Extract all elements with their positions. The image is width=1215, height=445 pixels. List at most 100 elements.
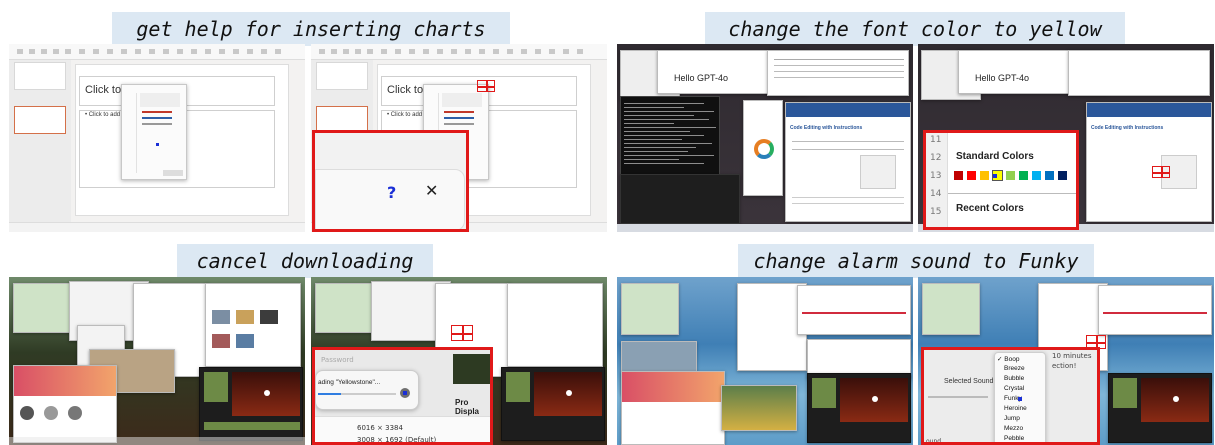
slide-thumbnail[interactable] xyxy=(316,62,368,90)
code-editor-window[interactable] xyxy=(620,174,740,224)
document-heading: Hello GPT-4o xyxy=(975,73,1030,83)
dock[interactable] xyxy=(9,437,305,445)
status-bar xyxy=(9,222,305,232)
cancel-download-button[interactable] xyxy=(400,388,410,398)
document-heading: Code Editing with Instructions xyxy=(1091,125,1164,131)
screenshot-before-clock xyxy=(617,277,913,445)
target-highlight xyxy=(1152,166,1170,178)
maps-window[interactable] xyxy=(315,283,373,333)
recent-color-swatches xyxy=(954,221,1076,227)
clock-window[interactable] xyxy=(1098,285,1212,335)
ribbon[interactable] xyxy=(311,44,607,60)
screenshot-after-clock: Selected Sound 10 minutes ection! ound ✓… xyxy=(918,277,1214,445)
poster-window[interactable] xyxy=(721,385,797,431)
recent-colors-label: Recent Colors xyxy=(956,203,1024,214)
mouse-cursor xyxy=(993,174,997,178)
sound-option-heroine[interactable]: Heroine xyxy=(1004,405,1027,412)
music-window[interactable] xyxy=(205,283,301,367)
resolution-option[interactable]: 6016 × 3384 xyxy=(357,424,403,432)
download-popover[interactable]: ading "Yellowstone"... xyxy=(315,370,419,410)
color-swatch-orange[interactable] xyxy=(980,171,989,180)
video-editor-window[interactable] xyxy=(1108,373,1212,443)
zoom-inset: Password ading "Yellowstone"... Pro Disp… xyxy=(312,347,493,445)
target-highlight xyxy=(451,325,473,341)
video-editor-window[interactable] xyxy=(501,367,605,441)
spreadsheet-window[interactable] xyxy=(1068,50,1210,96)
zoom-inset: Selected Sound 10 minutes ection! ound ✓… xyxy=(921,347,1100,445)
clock-window[interactable] xyxy=(797,285,911,335)
music-window[interactable] xyxy=(507,283,603,367)
video-editor-window[interactable] xyxy=(807,373,911,443)
volume-slider[interactable] xyxy=(928,396,988,398)
word-window[interactable]: Code Editing with Instructions xyxy=(1086,102,1212,222)
standard-color-swatches xyxy=(954,171,1076,190)
selected-sound-label: Selected Sound xyxy=(944,378,994,385)
caption-insert-charts: get help for inserting charts xyxy=(112,12,510,46)
zoom-inset: ? ✕ xyxy=(312,130,469,232)
caption-alarm-sound: change alarm sound to Funky xyxy=(738,244,1094,278)
screenshot-after-word: Hello GPT-4o Code Editing with Instructi… xyxy=(918,44,1214,232)
sidebar-text: Password xyxy=(321,356,354,364)
download-progress-bar xyxy=(318,393,396,395)
mouse-cursor xyxy=(156,143,159,146)
terminal-window[interactable] xyxy=(620,96,720,180)
display-label: Pro Displa xyxy=(455,398,480,416)
insert-chart-dialog[interactable] xyxy=(121,84,187,180)
color-swatch-dark-red[interactable] xyxy=(954,171,963,180)
app-store-today[interactable] xyxy=(13,365,117,443)
sound-dropdown-menu[interactable]: ✓ Boop Breeze Bubble Crystal Funky Heroi… xyxy=(994,352,1046,442)
screenshot-before-mac xyxy=(9,277,305,445)
display-image xyxy=(453,354,490,384)
side-text: 10 minutes xyxy=(1052,352,1092,360)
maps-window[interactable] xyxy=(621,283,679,335)
screenshot-before-word: Hello GPT-4o Code Editing with Instructi… xyxy=(617,44,913,232)
sound-option-pebble[interactable]: Pebble xyxy=(1004,435,1024,442)
help-button[interactable]: ? xyxy=(387,183,396,202)
color-swatch-dark-blue[interactable] xyxy=(1058,171,1067,180)
app-store-today[interactable] xyxy=(621,371,725,445)
color-swatch-light-blue[interactable] xyxy=(1032,171,1041,180)
word-window[interactable]: Code Editing with Instructions xyxy=(785,102,911,222)
slide-thumbnail-selected[interactable] xyxy=(14,106,66,134)
mouse-cursor xyxy=(403,391,407,395)
resolution-option-default[interactable]: 3008 × 1692 (Default) xyxy=(357,436,436,442)
slide-thumbnail[interactable] xyxy=(14,62,66,90)
color-swatch-red[interactable] xyxy=(967,171,976,180)
sound-option-breeze[interactable]: Breeze xyxy=(1004,365,1025,372)
slide-thumbnail-pane xyxy=(9,60,71,222)
maps-window[interactable] xyxy=(922,283,980,335)
color-swatch-blue[interactable] xyxy=(1045,171,1054,180)
caption-cancel-downloading: cancel downloading xyxy=(177,244,433,278)
close-icon[interactable]: ✕ xyxy=(425,181,438,200)
sound-option-crystal[interactable]: Crystal xyxy=(1004,385,1024,392)
screenshot-after-mac: Password ading "Yellowstone"... Pro Disp… xyxy=(311,277,607,445)
file-explorer-window[interactable] xyxy=(743,100,783,196)
color-swatch-light-green[interactable] xyxy=(1006,171,1015,180)
document-heading: Hello GPT-4o xyxy=(674,73,729,83)
line-number: 14 xyxy=(930,189,942,199)
maps-window[interactable] xyxy=(13,283,71,333)
sound-option-bubble[interactable]: Bubble xyxy=(1004,375,1024,382)
bottom-text: ound xyxy=(926,438,942,445)
color-swatch-green[interactable] xyxy=(1019,171,1028,180)
line-number: 13 xyxy=(930,171,942,181)
spreadsheet-window[interactable] xyxy=(767,50,909,96)
ribbon[interactable] xyxy=(9,44,305,60)
side-text: ection! xyxy=(1052,362,1077,370)
line-number: 15 xyxy=(930,207,942,217)
download-status-text: ading "Yellowstone"... xyxy=(318,379,381,386)
sound-option-mezzo[interactable]: Mezzo xyxy=(1004,425,1023,432)
caption-font-color: change the font color to yellow xyxy=(705,12,1125,46)
standard-colors-label: Standard Colors xyxy=(956,151,1034,162)
document-heading: Code Editing with Instructions xyxy=(790,125,863,131)
video-editor-window[interactable] xyxy=(199,367,303,441)
target-highlight xyxy=(477,80,495,92)
line-number: 12 xyxy=(930,153,942,163)
screenshot-before-ppt: Click to ac • Click to add te xyxy=(9,44,305,232)
line-number: 11 xyxy=(930,135,942,145)
sound-option-boop[interactable]: ✓ Boop xyxy=(997,355,1019,363)
screenshot-after-ppt: Click to ac • Click to add te ? ✕ xyxy=(311,44,607,232)
sound-option-jump[interactable]: Jump xyxy=(1004,415,1020,422)
mouse-cursor xyxy=(1018,397,1022,401)
taskbar[interactable] xyxy=(617,224,913,232)
